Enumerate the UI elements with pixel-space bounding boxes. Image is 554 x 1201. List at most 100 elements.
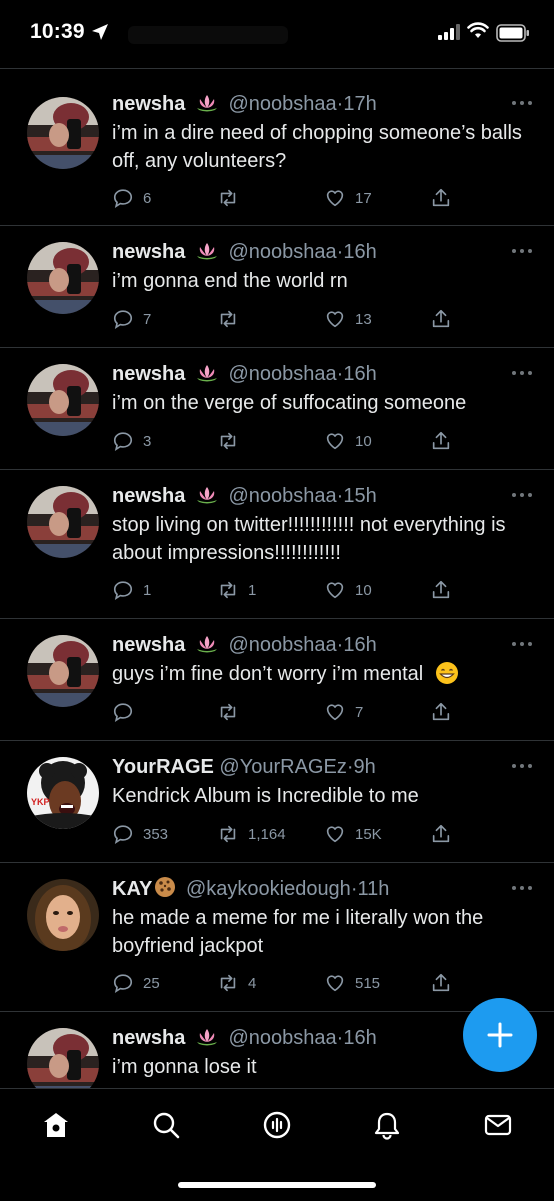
tweet[interactable]: newsha @noobshaa·15h stop living on twit… xyxy=(0,470,554,619)
handle[interactable]: @noobshaa xyxy=(228,1027,336,1049)
like-button[interactable]: 10 xyxy=(324,578,372,602)
avatar[interactable] xyxy=(27,879,99,951)
display-name[interactable]: newsha xyxy=(112,241,185,263)
bell-icon xyxy=(374,1112,400,1140)
handle[interactable]: @noobshaa xyxy=(228,485,336,507)
tweet[interactable]: newsha @noobshaa·16h guys i’m fine don’t… xyxy=(0,619,554,741)
search-icon xyxy=(153,1112,180,1139)
grinning-face-emoji-icon xyxy=(435,662,458,684)
like-button[interactable]: 13 xyxy=(324,307,372,331)
handle[interactable]: @noobshaa xyxy=(228,241,336,263)
timestamp[interactable]: 16h xyxy=(343,634,376,656)
reply-button[interactable]: 1 xyxy=(112,578,151,602)
tweet-text: i’m on the verge of suffocating someone xyxy=(112,392,467,414)
tweet[interactable]: YKP YourRAGE @YourRAGEz·9h Kendrick Albu… xyxy=(0,741,554,863)
timestamp[interactable]: 17h xyxy=(343,93,376,115)
tab-messages[interactable] xyxy=(480,1107,516,1143)
tweet[interactable]: KAY @kaykookiedough·11h he made a meme f… xyxy=(0,863,554,1012)
retweet-button[interactable]: 4 xyxy=(217,971,256,995)
more-options-icon[interactable] xyxy=(510,762,534,770)
reply-button[interactable]: 3 xyxy=(112,429,151,453)
share-button[interactable] xyxy=(430,822,452,846)
tweet-text: i’m gonna end the world rn xyxy=(112,270,348,292)
timestamp[interactable]: 11h xyxy=(357,878,389,900)
tweet-header: KAY @kaykookiedough·11h xyxy=(112,876,534,902)
timestamp[interactable]: 9h xyxy=(354,756,376,778)
tab-search[interactable] xyxy=(148,1107,184,1143)
display-name[interactable]: YourRAGE xyxy=(112,756,214,778)
tweet-actions: 353 1,164 15K xyxy=(112,822,462,846)
display-name[interactable]: newsha xyxy=(112,93,185,115)
retweet-icon xyxy=(220,974,236,992)
timeline-feed[interactable]: newsha @noobshaa·17h i’m in a dire need … xyxy=(0,69,554,1088)
tweet[interactable]: newsha @noobshaa·16h i’m gonna end the w… xyxy=(0,226,554,348)
more-options-icon[interactable] xyxy=(510,99,534,107)
retweet-button[interactable]: 1 xyxy=(217,578,256,602)
retweet-button[interactable] xyxy=(217,307,248,331)
display-name[interactable]: newsha xyxy=(112,363,185,385)
like-button[interactable]: 7 xyxy=(324,700,363,724)
avatar[interactable]: YKP xyxy=(27,757,99,829)
like-button[interactable]: 15K xyxy=(324,822,382,846)
cellular-signal-icon xyxy=(438,24,460,40)
more-options-icon[interactable] xyxy=(510,369,534,377)
share-button[interactable] xyxy=(430,186,452,210)
display-name[interactable]: newsha xyxy=(112,1027,185,1049)
heart-icon xyxy=(326,582,344,599)
reply-count: 6 xyxy=(143,189,152,207)
avatar-photo-newsha xyxy=(27,635,99,707)
timestamp[interactable]: 15h xyxy=(343,485,376,507)
handle[interactable]: @YourRAGEz xyxy=(219,756,346,778)
handle[interactable]: @noobshaa xyxy=(228,634,336,656)
reply-button[interactable] xyxy=(112,700,143,724)
share-button[interactable] xyxy=(430,429,452,453)
reply-button[interactable]: 25 xyxy=(112,971,160,995)
retweet-button[interactable] xyxy=(217,700,248,724)
share-button[interactable] xyxy=(430,307,452,331)
avatar[interactable] xyxy=(27,486,99,558)
display-name[interactable]: newsha xyxy=(112,634,185,656)
avatar[interactable] xyxy=(27,1028,99,1088)
tweet[interactable]: newsha @noobshaa·17h i’m in a dire need … xyxy=(0,69,554,226)
display-name[interactable]: newsha xyxy=(112,485,185,507)
handle[interactable]: @kaykookiedough xyxy=(186,878,351,900)
blurred-region xyxy=(128,26,288,44)
like-button[interactable]: 10 xyxy=(324,429,372,453)
timestamp[interactable]: 16h xyxy=(343,241,376,263)
tweet-header: YourRAGE @YourRAGEz·9h xyxy=(112,754,534,780)
retweet-button[interactable] xyxy=(217,429,248,453)
share-button[interactable] xyxy=(430,578,452,602)
more-options-icon[interactable] xyxy=(510,247,534,255)
tab-notifications[interactable] xyxy=(369,1107,405,1143)
timestamp[interactable]: 16h xyxy=(343,1027,376,1049)
retweet-count: 1 xyxy=(248,581,257,599)
retweet-button[interactable]: 1,164 xyxy=(217,822,286,846)
more-options-icon[interactable] xyxy=(510,640,534,648)
compose-tweet-button[interactable] xyxy=(463,998,537,1072)
tab-home[interactable] xyxy=(38,1107,74,1143)
tweet[interactable]: newsha @noobshaa·16h i’m on the verge of… xyxy=(0,348,554,470)
reply-button[interactable]: 7 xyxy=(112,307,151,331)
like-button[interactable]: 515 xyxy=(324,971,380,995)
tweet-header: newsha @noobshaa·17h xyxy=(112,91,534,117)
tweet-text-container: guys i’m fine don’t worry i’m mental xyxy=(112,660,534,688)
display-name[interactable]: KAY xyxy=(112,878,152,900)
tab-spaces[interactable] xyxy=(259,1107,295,1143)
like-button[interactable]: 17 xyxy=(324,186,372,210)
heart-icon xyxy=(326,190,344,207)
avatar[interactable] xyxy=(27,635,99,707)
reply-button[interactable]: 353 xyxy=(112,822,168,846)
reply-button[interactable]: 6 xyxy=(112,186,151,210)
share-button[interactable] xyxy=(430,700,452,724)
avatar[interactable] xyxy=(27,364,99,436)
reply-icon xyxy=(113,703,133,723)
handle[interactable]: @noobshaa xyxy=(228,363,336,385)
avatar[interactable] xyxy=(27,97,99,169)
avatar[interactable] xyxy=(27,242,99,314)
more-options-icon[interactable] xyxy=(510,884,534,892)
timestamp[interactable]: 16h xyxy=(343,363,376,385)
more-options-icon[interactable] xyxy=(510,491,534,499)
retweet-button[interactable] xyxy=(217,186,248,210)
handle[interactable]: @noobshaa xyxy=(228,93,336,115)
share-button[interactable] xyxy=(430,971,452,995)
